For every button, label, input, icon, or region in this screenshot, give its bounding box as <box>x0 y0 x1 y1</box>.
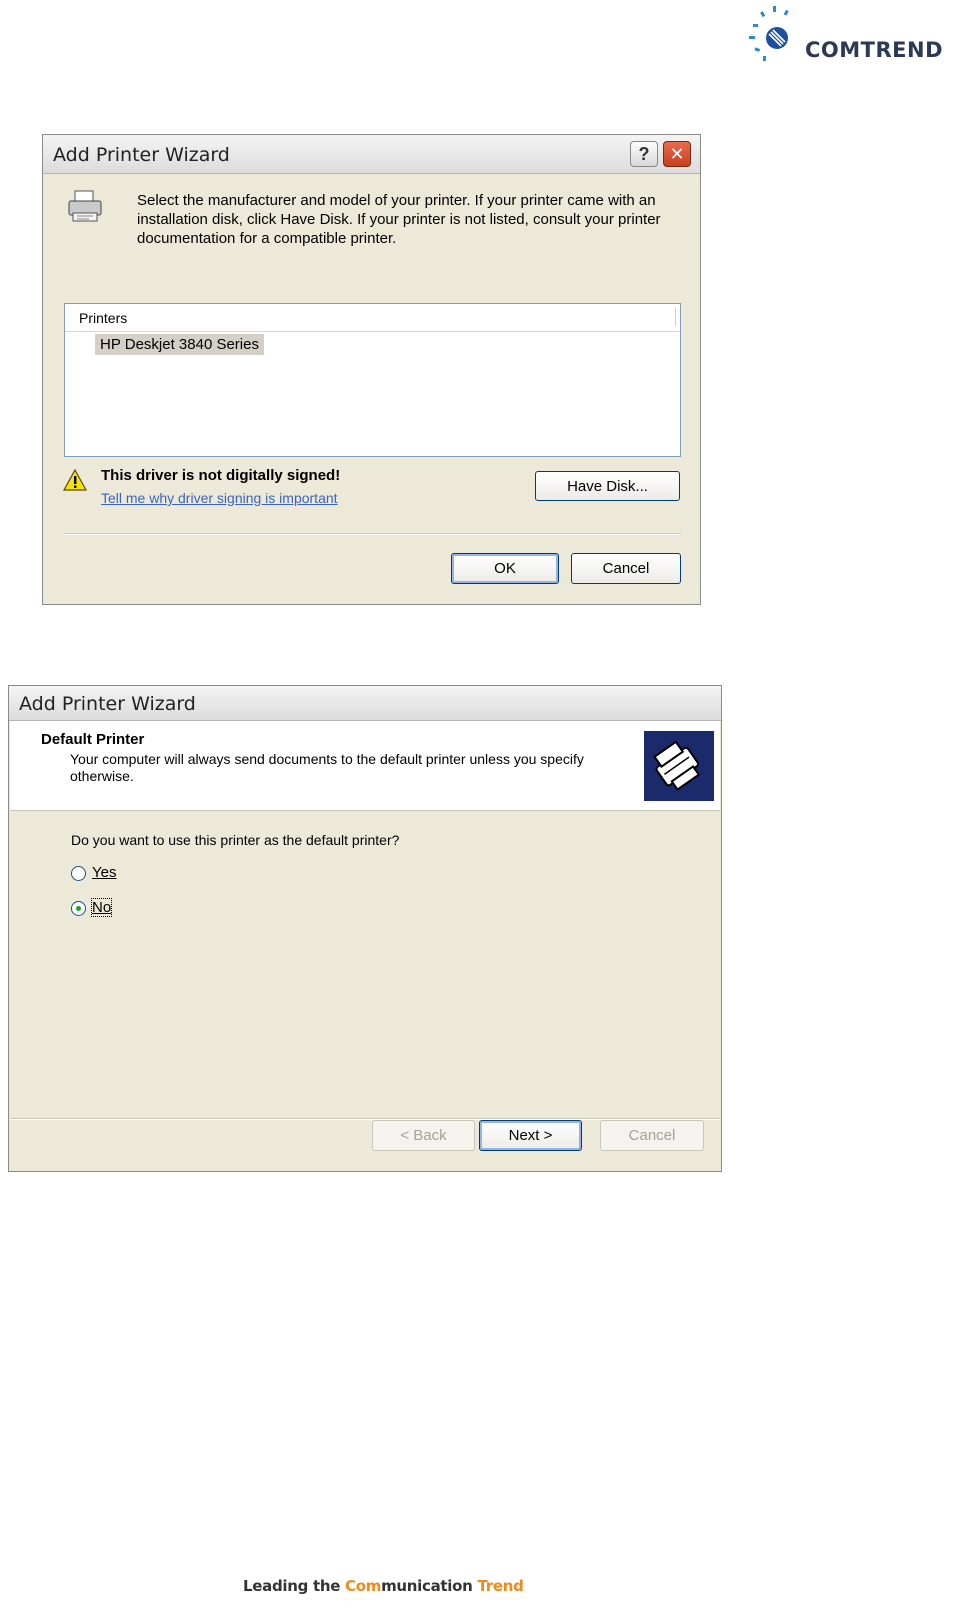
warning-icon <box>63 469 87 491</box>
logo-mark-icon <box>749 6 789 61</box>
add-printer-wizard-driver-window: Add Printer Wizard ? ✕ Select the manufa… <box>42 134 701 605</box>
comtrend-logo: COMTREND <box>745 0 955 70</box>
printer-icon <box>68 190 102 222</box>
ok-button[interactable]: OK <box>451 553 559 584</box>
unsigned-driver-warning: This driver is not digitally signed! <box>101 467 341 484</box>
have-disk-button[interactable]: Have Disk... <box>535 471 680 501</box>
instructions-text: Select the manufacturer and model of you… <box>137 192 661 247</box>
tagline-highlight: Com <box>345 1577 382 1595</box>
header-title: Default Printer <box>41 731 145 748</box>
tagline-part: munication <box>381 1577 478 1595</box>
back-button[interactable]: < Back <box>372 1120 475 1151</box>
back-label: < Back <box>400 1127 447 1144</box>
help-icon[interactable]: ? <box>630 141 658 167</box>
list-column-header[interactable]: Printers <box>65 304 680 332</box>
logo-text: COMTREND <box>805 38 944 62</box>
yes-label: Yes <box>92 864 117 881</box>
window-title: Add Printer Wizard <box>53 144 230 166</box>
driver-signing-link[interactable]: Tell me why driver signing is important <box>101 490 338 506</box>
cancel-label: Cancel <box>602 560 650 577</box>
no-radio[interactable] <box>71 901 86 916</box>
no-radio-label[interactable]: No <box>90 898 113 917</box>
wizard-header: Default Printer Your computer will alway… <box>10 721 720 811</box>
next-button[interactable]: Next > <box>479 1120 582 1151</box>
title-bar: Add Printer Wizard <box>9 686 721 721</box>
cancel-label: Cancel <box>628 1127 676 1144</box>
footer-tagline: Leading the Communication Trend <box>243 1577 524 1595</box>
yes-radio-label[interactable]: Yes <box>92 864 116 881</box>
divider <box>64 533 681 535</box>
column-divider[interactable] <box>675 308 676 326</box>
cancel-button[interactable]: Cancel <box>600 1120 704 1151</box>
close-icon[interactable]: ✕ <box>663 141 691 167</box>
tagline-part: Leading the <box>243 1577 346 1595</box>
title-bar: Add Printer Wizard ? ✕ <box>43 135 700 174</box>
printers-header-label: Printers <box>79 310 128 326</box>
yes-radio[interactable] <box>71 866 86 881</box>
have-disk-label: Have Disk... <box>567 477 648 495</box>
header-description: Your computer will always send documents… <box>70 751 584 784</box>
printer-wizard-icon <box>644 731 714 801</box>
window-title: Add Printer Wizard <box>19 693 196 715</box>
add-printer-wizard-default-window: Add Printer Wizard Default Printer Your … <box>8 685 722 1172</box>
ok-label: OK <box>494 560 516 577</box>
tagline-highlight: Trend <box>477 1577 524 1595</box>
default-printer-question: Do you want to use this printer as the d… <box>71 832 400 848</box>
list-item[interactable]: HP Deskjet 3840 Series <box>95 334 264 355</box>
next-label: Next > <box>508 1127 553 1144</box>
printer-list[interactable]: Printers HP Deskjet 3840 Series <box>64 303 681 457</box>
radio-selected-dot <box>76 906 81 911</box>
cancel-button[interactable]: Cancel <box>571 553 681 584</box>
no-label: No <box>92 899 112 916</box>
